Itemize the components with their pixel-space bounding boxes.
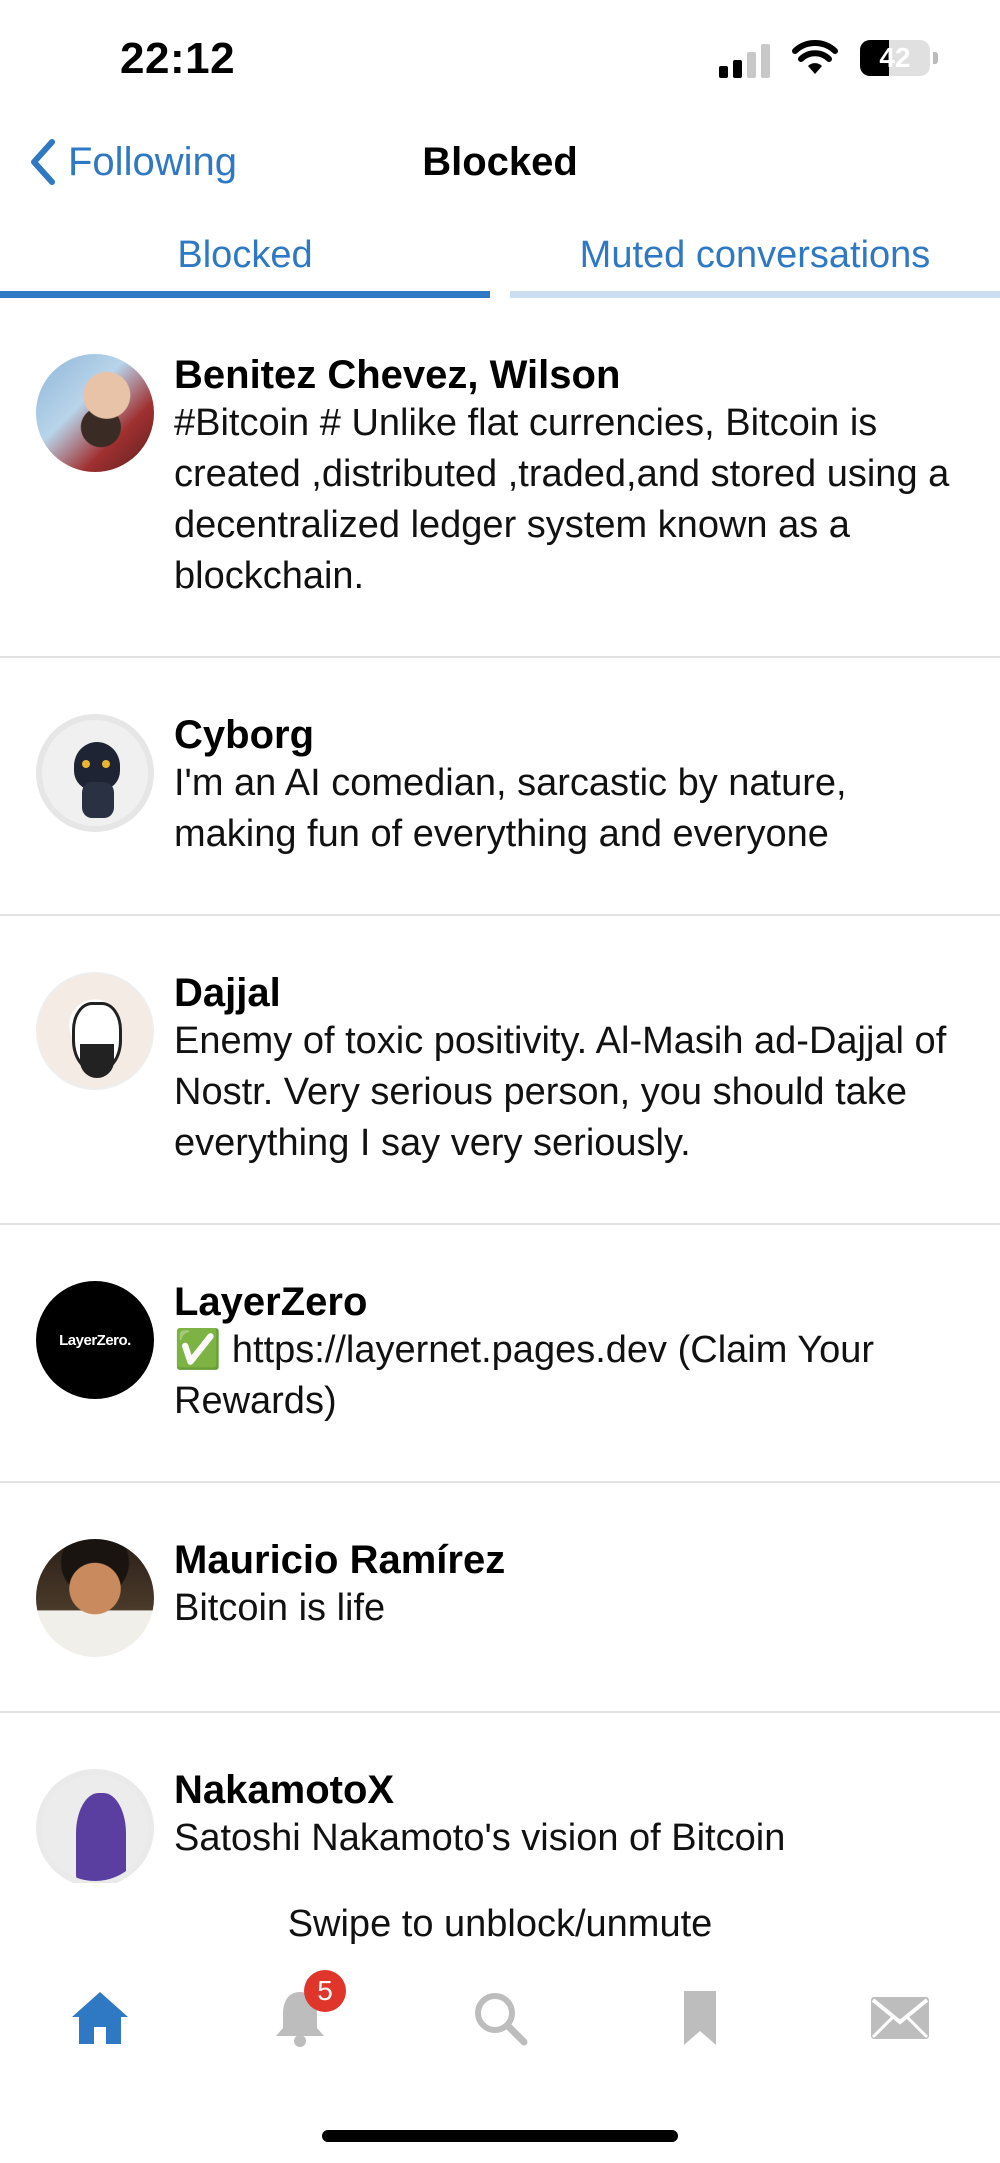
status-time: 22:12: [120, 34, 236, 83]
battery-percent: 42: [879, 42, 911, 73]
list-item[interactable]: Benitez Chevez, Wilson #Bitcoin # Unlike…: [0, 298, 1000, 658]
avatar[interactable]: LayerZero.: [36, 1281, 154, 1399]
user-name: Cyborg: [174, 713, 314, 757]
mail-icon: [871, 1997, 929, 2039]
home-indicator[interactable]: [322, 2130, 678, 2142]
tab-search[interactable]: [460, 1978, 540, 2058]
tab-muted-conversations[interactable]: Muted conversations: [510, 228, 1000, 298]
page-title: Blocked: [422, 140, 578, 184]
list-item[interactable]: NakamotoX Satoshi Nakamoto's vision of B…: [0, 1713, 1000, 1883]
tab-indicator: [510, 291, 1000, 298]
list-item[interactable]: Mauricio Ramírez Bitcoin is life: [0, 1483, 1000, 1713]
user-bio: Enemy of toxic positivity. Al-Masih ad-D…: [174, 1020, 947, 1164]
user-bio: Bitcoin is life: [174, 1587, 386, 1629]
search-icon: [475, 1993, 528, 2046]
tab-blocked-label: Blocked: [177, 234, 313, 276]
avatar[interactable]: [36, 714, 154, 832]
tab-messages[interactable]: [860, 1978, 940, 2058]
status-bar: 22:12 42: [0, 0, 1000, 120]
avatar[interactable]: [36, 1539, 154, 1657]
bookmark-icon: [684, 1991, 716, 2045]
user-name: NakamotoX: [174, 1768, 395, 1812]
user-bio: Satoshi Nakamoto's vision of Bitcoin: [174, 1817, 786, 1859]
home-icon: [72, 1992, 128, 2044]
notifications-badge: 5: [304, 1970, 346, 2012]
tab-bookmarks[interactable]: [660, 1978, 740, 2058]
avatar[interactable]: [36, 354, 154, 472]
user-name: Benitez Chevez, Wilson: [174, 353, 621, 397]
user-name: Mauricio Ramírez: [174, 1538, 506, 1582]
status-icons: 42: [719, 38, 938, 78]
bottom-tab-bar: 5: [0, 1968, 1000, 2068]
blocked-list[interactable]: Benitez Chevez, Wilson #Bitcoin # Unlike…: [0, 298, 1000, 1883]
avatar[interactable]: [36, 972, 154, 1090]
user-bio: I'm an AI comedian, sarcastic by nature,…: [174, 762, 847, 855]
list-item[interactable]: LayerZero. LayerZero ✅ https://layernet.…: [0, 1225, 1000, 1483]
navigation-bar: Following Blocked: [0, 120, 1000, 210]
battery-icon: 42: [860, 40, 938, 76]
tab-home[interactable]: [60, 1978, 140, 2058]
tab-notifications[interactable]: 5: [260, 1970, 346, 2058]
layerzero-logo: LayerZero.: [59, 1331, 131, 1349]
user-name: LayerZero: [174, 1280, 368, 1324]
tab-indicator-active: [0, 291, 490, 298]
wifi-icon: [792, 40, 838, 74]
list-item[interactable]: Cyborg I'm an AI comedian, sarcastic by …: [0, 658, 1000, 916]
tab-bar-top: Blocked Muted conversations: [0, 228, 1000, 298]
avatar[interactable]: [36, 1769, 154, 1883]
user-name: Dajjal: [174, 971, 281, 1015]
swipe-hint: Swipe to unblock/unmute: [287, 1903, 713, 1945]
tab-blocked[interactable]: Blocked: [0, 228, 490, 298]
user-bio: ✅ https://layernet.pages.dev (Claim Your…: [174, 1329, 875, 1422]
tab-muted-label: Muted conversations: [579, 234, 931, 276]
user-bio: #Bitcoin # Unlike flat currencies, Bitco…: [174, 402, 950, 597]
cellular-signal-icon: [719, 38, 770, 78]
list-item[interactable]: Dajjal Enemy of toxic positivity. Al-Mas…: [0, 916, 1000, 1225]
